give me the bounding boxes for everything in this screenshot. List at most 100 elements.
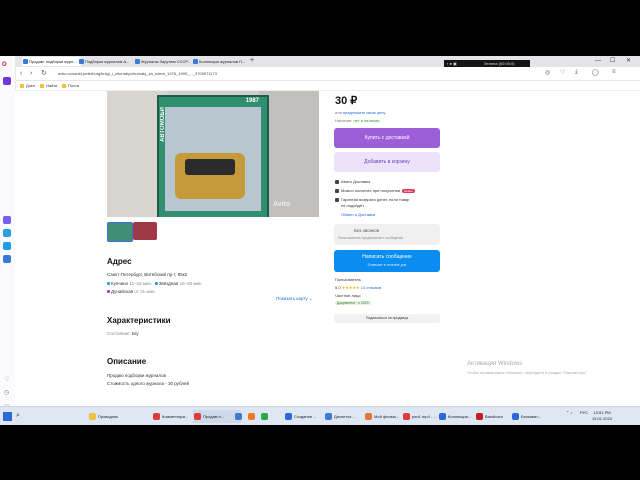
tab-label: Продам: подборки журн... [29, 59, 77, 64]
seller-rating: 5.0 ★★★★★ 14 отзывов [335, 285, 382, 290]
taskbar-item[interactable]: Безымян... [511, 410, 555, 423]
tab-label: Подборки журналов А... [85, 59, 130, 64]
condition-row: Состояние: Б/у [107, 331, 139, 336]
photo-thumbnail[interactable] [107, 222, 133, 242]
bandicam-icon [476, 413, 483, 420]
windows-activation-title: Активация Windows [467, 361, 523, 367]
history-icon[interactable]: ◷ [4, 389, 9, 396]
bookmark-item[interactable]: Дзен [20, 82, 35, 89]
camera-icon[interactable]: ◎ [545, 69, 550, 76]
search-icon[interactable]: ⌕ [16, 412, 20, 420]
new-tab-button[interactable]: + [250, 56, 254, 66]
download-icon[interactable]: ⤓ [575, 69, 578, 76]
seller-name[interactable]: Пользователь [335, 277, 361, 282]
documents-badge: Документы · с 2020 [335, 301, 371, 305]
language-indicator[interactable]: РУС [580, 410, 588, 415]
heart-sidebar-icon[interactable]: ♡ [4, 376, 9, 383]
opera-logo-icon[interactable]: O [2, 62, 7, 68]
menu-icon[interactable]: ≡ [612, 69, 616, 75]
description-line: Стоимость одного журнала - 30 рублей [107, 381, 189, 386]
price: 30 ₽ [335, 95, 358, 107]
windows-taskbar: ⌕ Проводник Комментари... Продам п... Со… [0, 406, 640, 425]
video-icon [365, 413, 372, 420]
truck-icon [335, 179, 339, 184]
taskbar-item[interactable] [260, 410, 280, 423]
reviews-link[interactable]: 14 отзывов [361, 285, 382, 290]
address-heading: Адрес [107, 257, 132, 266]
bookmark-item[interactable]: Найти [40, 82, 57, 89]
avito-favicon-icon [193, 59, 198, 64]
main-photo[interactable]: АВТОМОБИ 1987 Avito [107, 91, 319, 217]
address-bar-row: ‹ › ↻ avito.ru/sankt-peterburg/knigi_i_z… [0, 67, 640, 81]
feature-row: Авито Доставка [335, 179, 370, 184]
seller-type: Частное лицо [335, 293, 361, 298]
aria-icon[interactable] [3, 77, 11, 85]
bookmark-item[interactable]: Почта [62, 82, 79, 89]
taskbar-item[interactable]: Проводник [88, 410, 130, 423]
show-map-link[interactable]: Показать карту ⌄ [276, 296, 313, 302]
avito-favicon-icon [135, 59, 140, 64]
twitter-icon[interactable] [3, 242, 11, 250]
video-icon [403, 413, 410, 420]
tab-label: Журналы Зарулем СССР... [141, 59, 191, 64]
tab-label: Коллекция журналов П... [199, 59, 246, 64]
tab-1[interactable]: Подборки журналов А... [78, 57, 137, 66]
subscribe-seller-button[interactable]: Подписаться на продавца [334, 314, 440, 323]
browser-window: Продам: подборки журн... Подборки журнал… [0, 56, 640, 425]
paint-icon [512, 413, 519, 420]
url-field[interactable]: avito.ru/sankt-peterburg/knigi_i_zhurnal… [58, 70, 217, 77]
back-icon[interactable]: ‹ [20, 69, 22, 78]
feature-row: не подойдёт [341, 203, 365, 208]
description-line: Продаю подборки журналов [107, 373, 166, 378]
avito-favicon-icon [23, 59, 28, 64]
bookmark-icon [62, 83, 66, 88]
app-icon [235, 413, 242, 420]
metro-icon [154, 282, 158, 286]
delivery-link[interactable]: Обмен и Доставка [341, 212, 375, 217]
app-icon [285, 413, 292, 420]
close-icon[interactable]: ✕ [626, 56, 631, 66]
wallet-icon [335, 188, 339, 193]
add-to-cart-button[interactable]: Добавить в корзину [334, 152, 440, 172]
forward-icon[interactable]: › [30, 69, 32, 78]
opera-icon [153, 413, 160, 420]
tab-0[interactable]: Продам: подборки журн... [22, 57, 81, 66]
photo-thumbnail[interactable] [133, 222, 157, 240]
avito-favicon-icon [79, 59, 84, 64]
clock[interactable]: 13:51 PM 15.01.2024 [592, 410, 612, 422]
bookmark-icon [40, 83, 44, 88]
star-rating-icon: ★★★★★ [341, 285, 360, 290]
address-city: Санкт-Петербург, Витебский пр-т, 85к2 [107, 272, 188, 277]
user-icon[interactable]: ◯ [592, 69, 599, 76]
price-suggest: или предложите свою цену [335, 110, 386, 115]
app-icon [439, 413, 446, 420]
magazine-cover: АВТОМОБИ 1987 [157, 95, 269, 217]
reload-icon[interactable]: ↻ [41, 69, 47, 78]
start-button-icon[interactable] [3, 412, 12, 421]
suggest-price-link[interactable]: предложите свою цену [343, 110, 386, 115]
photo-watermark: Avito [273, 201, 291, 208]
folder-icon [89, 413, 96, 420]
minimize-icon[interactable]: — [595, 56, 601, 66]
maximize-icon[interactable]: ☐ [610, 56, 615, 66]
buy-with-delivery-button[interactable]: Купить с доставкой [334, 128, 440, 148]
app-icon [261, 413, 268, 420]
metro-icon [107, 282, 110, 286]
task-manager-icon [325, 413, 332, 420]
windows-activation-sub: Чтобы активировать Windows, перейдите в … [467, 370, 588, 375]
bookmark-icon [20, 83, 24, 88]
bookmarks-bar: Дзен Найти Почта [0, 81, 640, 91]
feature-row: Можно оплатить при получении Новое [335, 188, 415, 193]
tab-2[interactable]: Журналы Зарулем СССР... [134, 57, 195, 66]
tab-3[interactable]: Коллекция журналов П... [192, 57, 255, 66]
metro-icon [107, 290, 110, 294]
telegram-icon[interactable] [3, 229, 11, 237]
instagram-icon[interactable] [3, 255, 11, 263]
heart-icon[interactable]: ♡ [560, 69, 565, 76]
messenger-icon[interactable] [3, 216, 11, 224]
firefox-icon [248, 413, 255, 420]
tray-icons[interactable]: ⌃ ♪ [566, 410, 572, 415]
write-message-button[interactable]: Написать сообщение Отвечает в течение дн… [334, 250, 440, 272]
no-calls-box: Без звонков Пользователь предпочитает со… [334, 224, 440, 245]
shield-icon [335, 197, 339, 202]
